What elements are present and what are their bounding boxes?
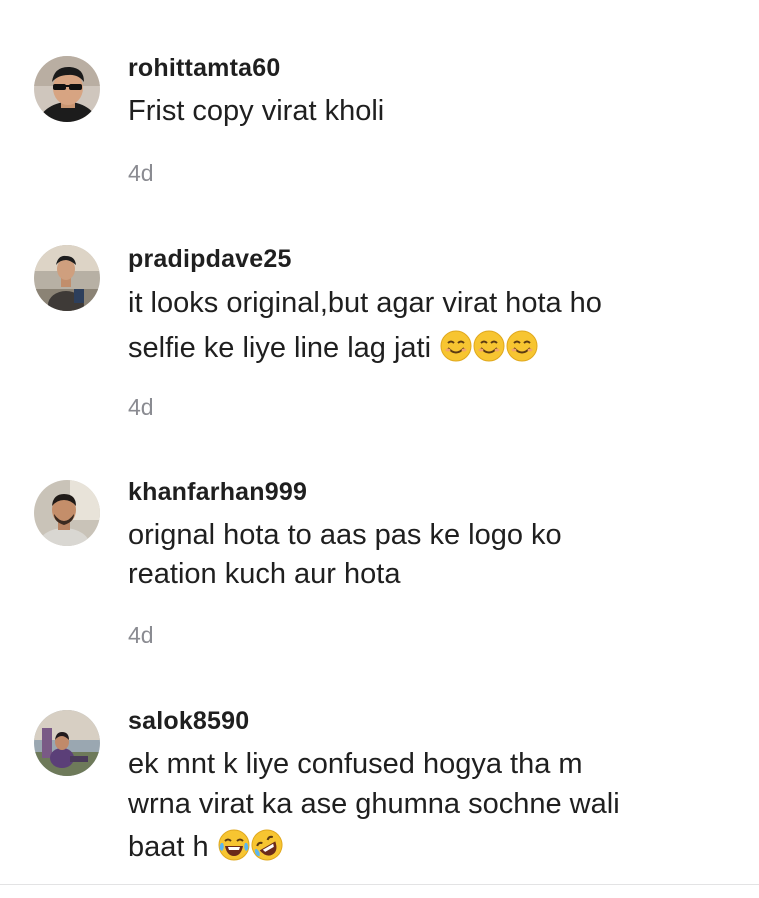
comment-text: wrna virat ka ase ghumna sochne wali [128, 788, 620, 820]
comment-text: ek mnt k liye confused hogya tha m [128, 748, 583, 780]
avatar[interactable] [34, 710, 100, 776]
rolling-laughing-emoji-icon [251, 829, 283, 861]
comment-text: baat h [128, 831, 209, 863]
username[interactable]: salok8590 [128, 707, 249, 736]
comment-text-line-3: baat h [128, 829, 283, 864]
comment-item: salok8590 ek mnt k liye confused hogya t… [0, 0, 759, 884]
tears-of-joy-emoji-icon [218, 829, 250, 861]
divider [0, 884, 759, 885]
